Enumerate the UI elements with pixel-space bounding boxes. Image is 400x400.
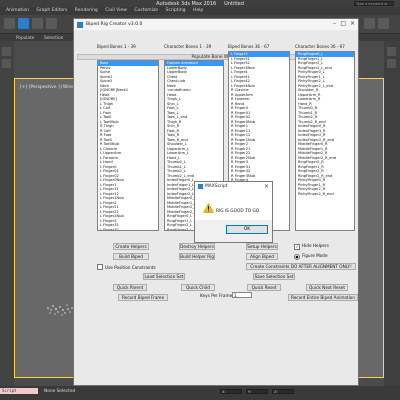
column-header-character-2: Character Bones 36 - 67 <box>295 44 345 49</box>
load-selection-set-button[interactable]: Load Selection Set <box>143 273 185 280</box>
keys-per-frame-label: Keys Per Frame <box>200 293 233 298</box>
maximize-icon[interactable]: □ <box>340 20 346 27</box>
selection-status: None Selected <box>44 389 76 394</box>
search-input[interactable]: Type a keyword or phrase <box>354 1 394 11</box>
modify-icon[interactable] <box>2 59 11 68</box>
dialog-titlebar[interactable]: Biped Rig Creator v3.0.0 – □ × <box>74 19 358 30</box>
align-biped-button[interactable]: Align Biped <box>246 253 278 260</box>
close-icon[interactable]: × <box>350 20 355 27</box>
menu-graph-editors[interactable]: Graph Editors <box>36 7 67 15</box>
character-bones-list-2[interactable]: RingFinger0_L RingFinger1_L RingFinger2_L R… <box>295 51 355 231</box>
create-icon[interactable] <box>2 47 11 56</box>
render-setup-icon[interactable] <box>364 18 375 29</box>
maxscript-listener[interactable]: Script <box>0 388 38 394</box>
record-biped-frame-button[interactable]: Record Biped Frame <box>118 294 168 301</box>
biped-bones-list-1[interactable]: Root Pelvis Spine Spine1 Spine2 Neck [IGNORE]N… <box>97 60 159 231</box>
move-icon[interactable] <box>32 18 43 29</box>
use-position-constraints-box <box>97 264 103 270</box>
dialog-title: Biped Rig Creator v3.0.0 <box>86 22 143 27</box>
rotate-icon[interactable] <box>46 18 57 29</box>
build-biped-button[interactable]: Build Biped <box>113 253 149 260</box>
menu-animation[interactable]: Animation <box>6 7 29 15</box>
ribbon-tab-selection[interactable]: Selection <box>44 35 63 40</box>
menu-bar: Animation Graph Editors Rendering Civil … <box>0 7 400 15</box>
ribbon-tab-populate[interactable]: Populate <box>16 35 34 40</box>
build-helper-rig-button[interactable]: Build Helper Rig <box>179 253 215 260</box>
use-position-constraints-checkbox[interactable]: Use Position Constraints <box>97 264 156 270</box>
message-box-titlebar[interactable]: MAXScript × <box>195 182 272 192</box>
list-item[interactable]: L Finger32 <box>98 228 158 231</box>
menu-rendering[interactable]: Rendering <box>75 7 98 15</box>
ok-button[interactable]: OK <box>226 225 268 234</box>
minimize-icon[interactable]: – <box>333 20 336 27</box>
menu-scripting[interactable]: Scripting <box>165 7 185 15</box>
command-panel <box>384 41 400 386</box>
panel-create-icon[interactable] <box>387 47 396 56</box>
create-constraints-button[interactable]: Create Constraints DO AFTER ALIGNMENT ON… <box>246 263 356 270</box>
message-text: RIG IS GOOD TO GO <box>216 209 260 214</box>
undo-icon[interactable] <box>4 18 15 29</box>
message-box-title: MAXScript <box>205 184 228 189</box>
close-icon[interactable]: × <box>264 183 269 190</box>
destroy-helpers-button[interactable]: Destroy Helpers <box>179 243 215 250</box>
setup-helpers-button[interactable]: Setup Helpers <box>246 243 278 250</box>
save-selection-set-button[interactable]: Save Selection Set <box>253 273 295 280</box>
record-entire-biped-animation-button[interactable]: Record Entire Biped Animation <box>288 294 358 301</box>
quick-reset-button[interactable]: Quick Reset <box>247 284 281 291</box>
use-position-constraints-label: Use Position Constraints <box>105 265 156 270</box>
warning-icon <box>203 203 214 213</box>
z-coord-field[interactable]: Z: <box>272 389 294 394</box>
figure-mode-label: Figure Mode <box>302 253 328 258</box>
column-header-character-1: Character Bones 1 - 39 <box>164 44 212 49</box>
render-icon[interactable] <box>378 18 389 29</box>
column-header-biped-1: Biped Bones 1 - 39 <box>97 44 136 49</box>
menu-customize[interactable]: Customize <box>134 7 158 15</box>
left-toolstrip <box>0 41 14 386</box>
create-helpers-button[interactable]: Create Helpers <box>113 243 149 250</box>
maxscript-icon <box>198 184 203 189</box>
menu-help[interactable]: Help <box>193 7 203 15</box>
hide-helpers-checkbox[interactable]: ✓ Hide Helpers <box>294 243 329 250</box>
x-coord-field[interactable]: X: <box>220 389 242 394</box>
hide-helpers-check-icon: ✓ <box>294 244 300 250</box>
y-coord-field[interactable]: Y: <box>246 389 268 394</box>
menu-civil-view[interactable]: Civil View <box>105 7 127 15</box>
hide-helpers-label: Hide Helpers <box>302 243 329 248</box>
column-header-biped-2: Biped Bones 36 - 67 <box>228 44 270 49</box>
quick-parent-button[interactable]: Quick Parent <box>113 284 147 291</box>
maxscript-icon <box>77 22 83 28</box>
figure-mode-check-icon: ● <box>294 254 300 260</box>
list-item[interactable]: PinkyFinger2_R_end <box>296 192 354 197</box>
app-titlebar: Autodesk 3ds Max 2016 Untitled Type a ke… <box>0 0 400 11</box>
figure-mode-checkbox[interactable]: ● Figure Mode <box>294 253 328 260</box>
panel-modify-icon[interactable] <box>387 59 396 68</box>
keys-per-frame-spinner[interactable]: 1 <box>232 292 252 298</box>
quick-child-button[interactable]: Quick Child <box>181 284 215 291</box>
quick-next-reset-button[interactable]: Quick Next Reset <box>306 284 348 291</box>
select-icon[interactable] <box>18 18 29 29</box>
maxscript-message-box: MAXScript × RIG IS GOOD TO GO OK <box>194 181 273 243</box>
